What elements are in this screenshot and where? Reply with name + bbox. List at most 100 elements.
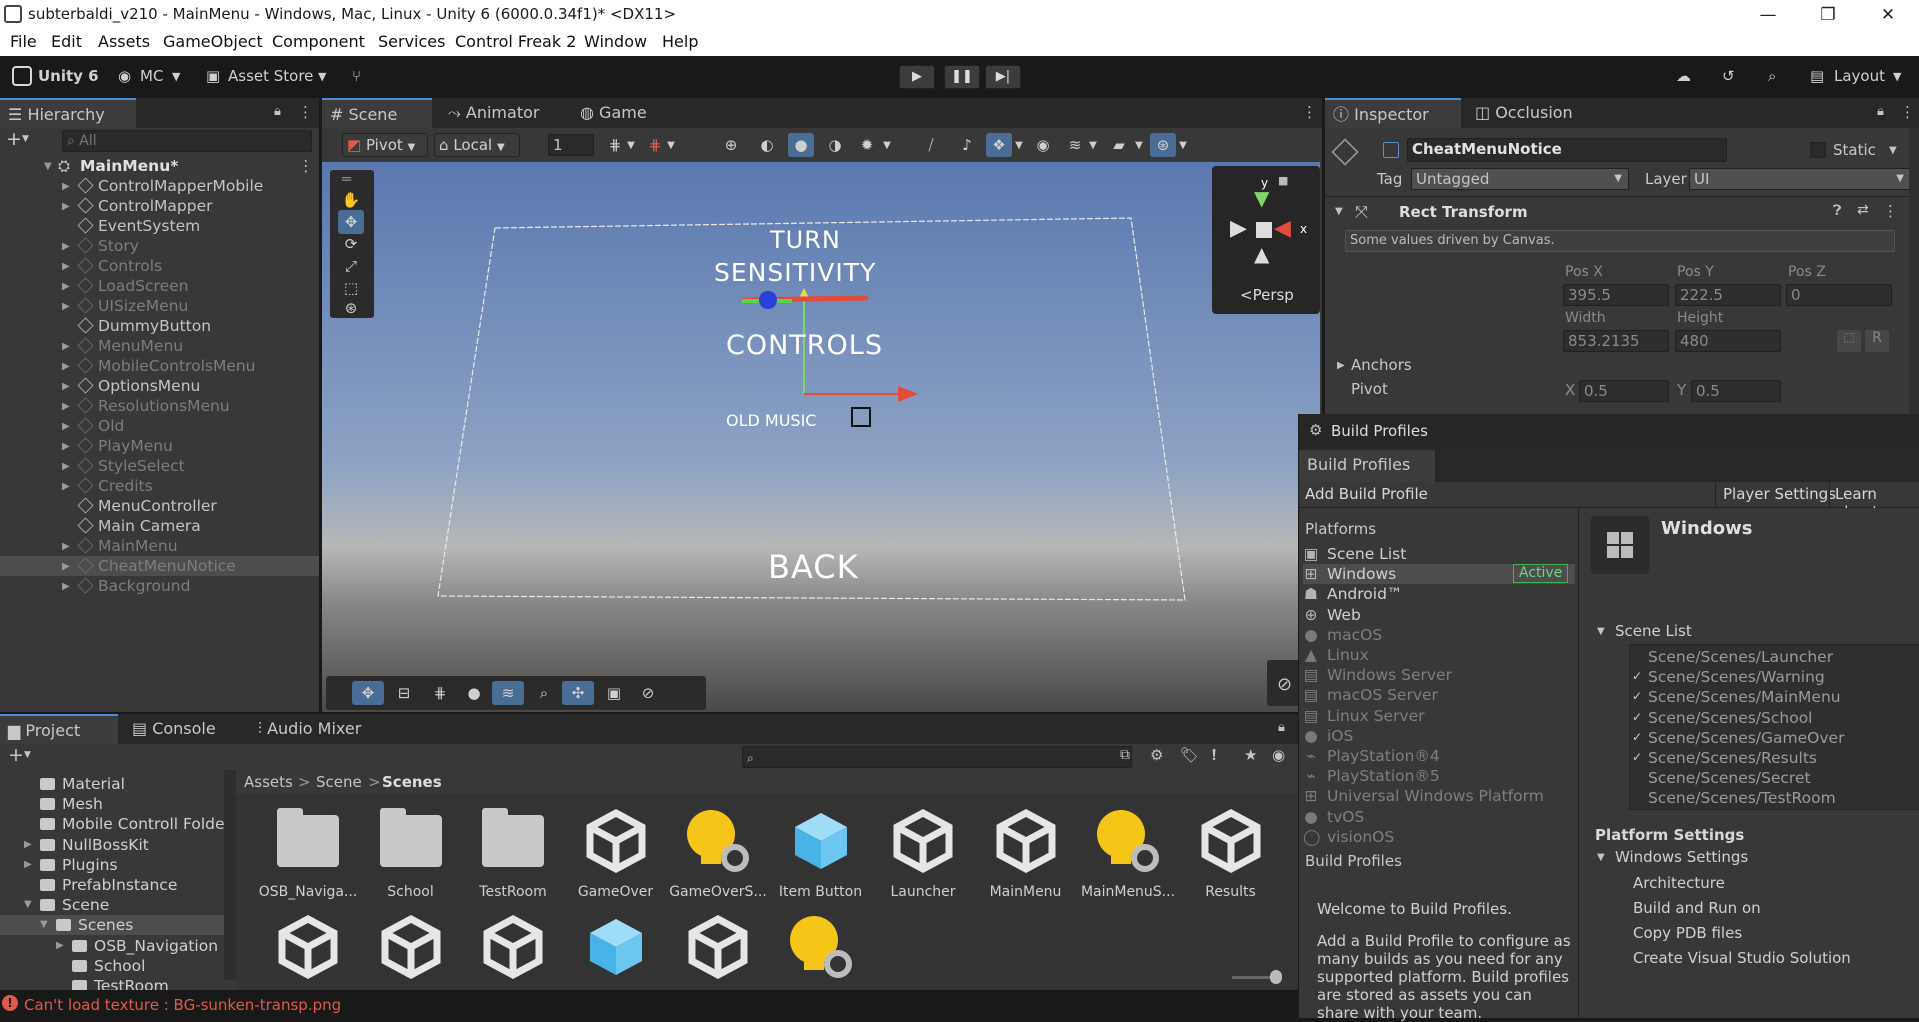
visibility-eye-icon[interactable]: ◉: [1272, 746, 1285, 764]
tab-occlusion[interactable]: ◫ Occlusion: [1467, 98, 1597, 128]
step-button[interactable]: ▶|: [985, 65, 1021, 89]
asset-item[interactable]: [566, 912, 666, 990]
project-tree-item[interactable]: ▶ OSB_Navigation: [0, 936, 224, 956]
filter-icon[interactable]: ⚙: [1150, 746, 1163, 764]
empty-checkbox-icon[interactable]: [1632, 791, 1645, 804]
asset-item[interactable]: School: [361, 806, 461, 900]
chevron-down-icon[interactable]: ▼: [1006, 134, 1032, 158]
chevron-down-icon[interactable]: ▼: [658, 134, 684, 158]
scene-list-item[interactable]: ✓ Scene/Scenes/School: [1632, 708, 1813, 728]
menu-services[interactable]: Services: [378, 32, 445, 51]
pause-button[interactable]: ❚❚: [944, 65, 980, 89]
scene-viewport[interactable]: TURN SENSITIVITY CONTROLS OLD MUSIC BACK…: [322, 162, 1320, 712]
asset-item[interactable]: [668, 912, 768, 990]
object-name-field[interactable]: CheatMenuNotice: [1407, 138, 1727, 162]
orientation-gizmo[interactable]: ■ y ▼ ◀ x ▶ ▲ <Persp: [1212, 166, 1320, 314]
expand-arrow-icon[interactable]: ▶: [62, 237, 70, 257]
menu-file[interactable]: File: [10, 32, 37, 51]
shaded-wire-icon[interactable]: ◐: [754, 133, 780, 157]
move-tool-icon[interactable]: ✥: [352, 681, 384, 705]
menu-control-freak[interactable]: Control Freak 2: [455, 32, 576, 51]
lock-icon[interactable]: 🔒︎: [1278, 720, 1285, 735]
maximize-button[interactable]: ❐: [1808, 2, 1848, 28]
audio-toggle-icon[interactable]: ♪: [954, 133, 980, 157]
pivot-dropdown[interactable]: ◩ Pivot ▼: [342, 133, 428, 157]
project-tree-item[interactable]: ▼ Scene: [0, 895, 224, 915]
visibility-eye-icon[interactable]: ◉: [1030, 133, 1056, 157]
hierarchy-item[interactable]: ▶ MenuMenu: [0, 336, 319, 356]
project-tree-item[interactable]: PrefabInstance: [0, 875, 224, 895]
expand-arrow-icon[interactable]: ▶: [62, 277, 70, 297]
platform-item[interactable]: ⊞ Universal Windows Platform: [1303, 786, 1575, 806]
platform-item[interactable]: ● macOS: [1303, 625, 1575, 645]
expand-arrow-icon[interactable]: ▶: [62, 197, 70, 217]
expand-arrow-icon[interactable]: ▶: [56, 936, 64, 956]
compass-icon[interactable]: ⊘: [1277, 674, 1292, 695]
asset-item[interactable]: OSB_Naviga...: [258, 806, 358, 900]
lock-icon[interactable]: ■: [1278, 174, 1288, 187]
rotate-tool-icon[interactable]: ⟳: [338, 232, 364, 256]
hierarchy-item[interactable]: ▶ ControlMapper: [0, 196, 319, 216]
tab-audio-mixer[interactable]: ⫶ Audio Mixer: [250, 714, 390, 744]
tab-inspector[interactable]: ⓘ Inspector: [1325, 98, 1461, 128]
asset-item[interactable]: MainMenuS...: [1078, 806, 1178, 900]
grid-size-field[interactable]: 1: [548, 134, 594, 156]
gizmo-y-cone[interactable]: ▼: [1254, 186, 1269, 210]
hierarchy-item[interactable]: ▶ Story: [0, 236, 319, 256]
tab-scene[interactable]: # Scene: [322, 98, 432, 128]
hierarchy-search-input[interactable]: ⌕ All: [62, 130, 312, 152]
expand-arrow-icon[interactable]: ▶: [62, 297, 70, 317]
sphere-icon[interactable]: ●: [458, 681, 490, 705]
gizmo-x-cone[interactable]: ◀: [1274, 216, 1291, 241]
close-button[interactable]: ✕: [1868, 2, 1908, 28]
scale-tool-icon[interactable]: ⤢: [338, 254, 364, 278]
platform-item[interactable]: ⌁ PlayStation®5: [1303, 766, 1575, 786]
project-tree-item[interactable]: Mobile Controll Folder: [0, 814, 231, 834]
local-dropdown[interactable]: ⌂ Local ▼: [434, 133, 520, 157]
checkmark-icon[interactable]: ✓: [1632, 670, 1645, 683]
hierarchy-item[interactable]: ▶ ResolutionsMenu: [0, 396, 319, 416]
hierarchy-item[interactable]: ▶ ControlMapperMobile: [0, 176, 319, 196]
hierarchy-item[interactable]: ▶ CheatMenuNotice: [0, 556, 319, 576]
expand-arrow-icon[interactable]: ▶: [62, 257, 70, 277]
empty-checkbox-icon[interactable]: [1632, 771, 1645, 784]
hierarchy-item[interactable]: ▶ Background: [0, 576, 319, 596]
expand-arrow-icon[interactable]: ▼: [1597, 626, 1605, 637]
empty-checkbox-icon[interactable]: [1632, 650, 1645, 663]
transform-tool-icon[interactable]: ⊛: [338, 296, 364, 320]
expand-arrow-icon[interactable]: ▶: [1337, 360, 1345, 371]
menu-gameobject[interactable]: GameObject: [163, 32, 263, 51]
breadcrumb-scenes[interactable]: Scenes: [382, 773, 442, 791]
account-dropdown[interactable]: MC: [140, 67, 163, 85]
asset-item[interactable]: [258, 912, 358, 990]
layout-dropdown[interactable]: Layout: [1834, 67, 1885, 85]
label-icon[interactable]: 🏷︎: [1180, 746, 1199, 764]
scene-list-item[interactable]: Scene/Scenes/Secret: [1648, 768, 1811, 788]
add-icon[interactable]: +: [6, 128, 22, 150]
checkmark-icon[interactable]: ✓: [1632, 690, 1645, 703]
wireframe-globe-icon[interactable]: ⊕: [718, 133, 744, 157]
asset-item[interactable]: GameOver: [566, 806, 666, 900]
expand-arrow-icon[interactable]: ▶: [62, 437, 70, 457]
cloud-icon[interactable]: ☁: [1676, 67, 1691, 85]
anchors-label[interactable]: Anchors: [1351, 356, 1412, 374]
hierarchy-item[interactable]: ▶ MainMenu: [0, 536, 319, 556]
layer-dropdown[interactable]: UI ▼: [1689, 168, 1911, 190]
blueprint-icon[interactable]: ⬚: [1837, 330, 1861, 352]
lock-icon[interactable]: 🔒︎: [274, 104, 281, 119]
scene-list-item[interactable]: ✓ Scene/Scenes/Results: [1632, 748, 1817, 768]
menu-assets[interactable]: Assets: [98, 32, 150, 51]
version-control-icon[interactable]: ⑂: [352, 67, 361, 85]
project-tree-item[interactable]: Material: [0, 774, 224, 794]
platform-item[interactable]: ● tvOS: [1303, 807, 1575, 827]
hierarchy-item[interactable]: ▶ Credits: [0, 476, 319, 496]
persp-label[interactable]: <Persp: [1240, 286, 1294, 304]
scene-list-item[interactable]: Scene/Scenes/Launcher: [1648, 647, 1833, 667]
hierarchy-item[interactable]: DummyButton: [0, 316, 319, 336]
tab-build-profiles[interactable]: Build Profiles: [1299, 450, 1435, 482]
hierarchy-root[interactable]: ▼ ⛭ MainMenu* ⋮: [0, 156, 319, 176]
asset-item[interactable]: Item Button: [771, 806, 871, 900]
status-bar[interactable]: ! Can't load texture : BG-sunken-transp.…: [0, 994, 1298, 1018]
asset-item[interactable]: [361, 912, 461, 990]
platform-item[interactable]: ● iOS: [1303, 726, 1575, 746]
